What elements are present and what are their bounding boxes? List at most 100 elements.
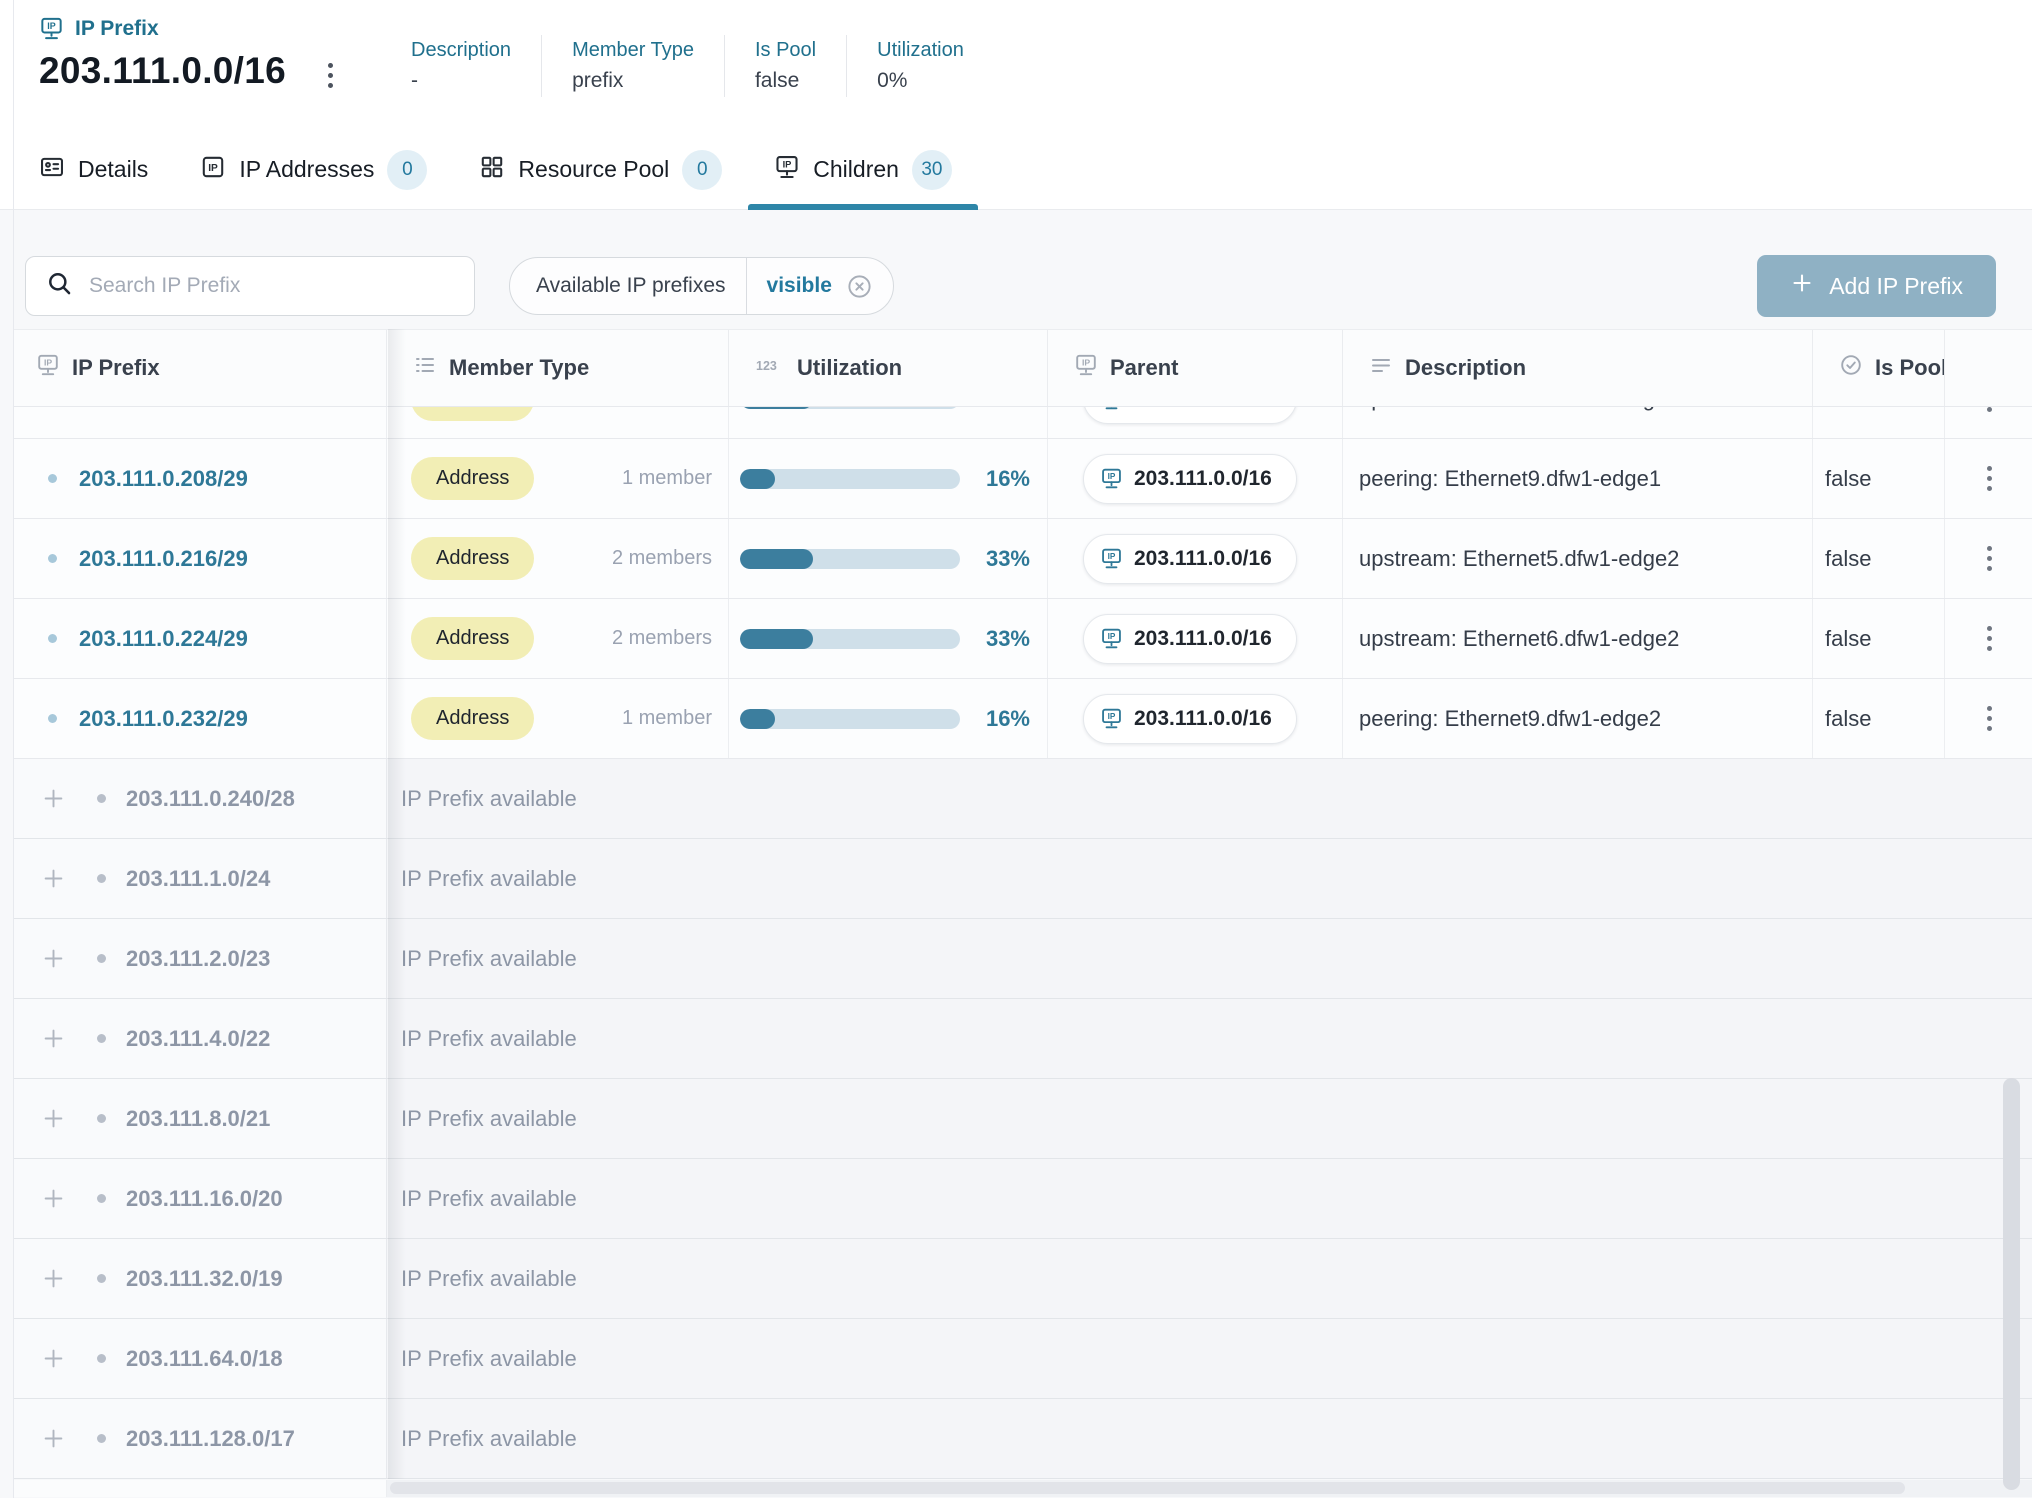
column-header-utilization[interactable]: 123 Utilization (729, 330, 1048, 406)
parent-chip[interactable]: IP 203.111.0.0/16 (1083, 614, 1297, 664)
parent-cell: IP 203.111.0.0/16 (1048, 439, 1343, 518)
description-cell: upstream: Ethernet5.dfw1-edge2 (1343, 519, 1813, 598)
ip-prefix-cell: 203.111.0.216/29 (14, 519, 387, 598)
member-type-badge: Address (411, 617, 534, 660)
prefix-bullet-icon (97, 1354, 106, 1363)
parent-chip[interactable]: IP 203.111.0.0/16 (1083, 407, 1297, 424)
row-actions-button[interactable] (1981, 540, 1998, 577)
parent-cell: IP 203.111.0.0/16 (1048, 599, 1343, 678)
add-child-prefix-button[interactable] (40, 1105, 67, 1132)
svg-text:IP: IP (783, 159, 792, 169)
is-pool-value: false (1825, 626, 1871, 652)
availability-note: IP Prefix available (401, 1106, 577, 1132)
member-count: 1 member (622, 467, 712, 490)
prefix-link[interactable]: 203.111.0.200/29 (79, 407, 248, 412)
search-input[interactable] (87, 273, 458, 299)
property-label: Member Type (572, 35, 694, 65)
resource-pool-grid-icon (479, 154, 505, 186)
column-header-is-pool[interactable]: Is Pool (1813, 330, 1945, 406)
vertical-scrollbar[interactable] (2003, 1078, 2020, 1490)
tab-details[interactable]: Details (13, 130, 174, 209)
utilization-bar (740, 629, 960, 649)
tabs-bar: Details IP IP Addresses 0 Resource Pool … (0, 130, 2032, 210)
description-cell: upstream: Ethernet6.dfw1-edge1 (1343, 407, 1813, 439)
add-child-prefix-button[interactable] (40, 1185, 67, 1212)
prefix-bullet-icon (48, 474, 57, 483)
table-header-row: IP IP Prefix Member Type 123 Utilization… (14, 329, 2032, 407)
filter-chip-available-prefixes[interactable]: Available IP prefixes visible (509, 257, 894, 315)
parent-cell: IP 203.111.0.0/16 (1048, 679, 1343, 758)
utilization-bar-fill (740, 469, 775, 489)
prefix-link[interactable]: 203.111.0.208/29 (79, 466, 248, 492)
available-prefix-row: 203.111.2.0/23 IP Prefix available (14, 919, 2032, 999)
tab-resource-pool[interactable]: Resource Pool 0 (453, 130, 748, 209)
horizontal-scrollbar[interactable] (390, 1482, 1905, 1494)
row-actions-button[interactable] (1981, 620, 1998, 657)
column-header-description[interactable]: Description (1343, 330, 1813, 406)
available-prefix-row: 203.111.8.0/21 IP Prefix available (14, 1079, 2032, 1159)
prefix-bullet-icon (97, 1274, 106, 1283)
title-actions-button[interactable] (324, 59, 337, 92)
filter-remove-button[interactable] (846, 273, 873, 300)
prefix-bullet-icon (48, 634, 57, 643)
ip-prefix-cell: 203.111.64.0/18 (14, 1319, 387, 1398)
add-child-prefix-button[interactable] (40, 865, 67, 892)
prefix-bullet-icon (97, 874, 106, 883)
add-ip-prefix-button[interactable]: Add IP Prefix (1757, 255, 1996, 317)
utilization-cell: 33% (729, 407, 1048, 439)
is-pool-value: false (1825, 546, 1871, 572)
column-header-parent[interactable]: IP Parent (1048, 330, 1343, 406)
utilization-cell: 33% (729, 519, 1048, 598)
ip-prefix-cell: 203.111.0.200/29 (14, 407, 387, 439)
tab-ip-addresses[interactable]: IP IP Addresses 0 (174, 130, 453, 209)
ip-prefix-icon: IP (36, 353, 60, 383)
add-child-prefix-button[interactable] (40, 1345, 67, 1372)
ip-prefix-cell: 203.111.16.0/20 (14, 1159, 387, 1238)
ip-prefix-cell: 203.111.0.224/29 (14, 599, 387, 678)
prefix-link[interactable]: 203.111.0.232/29 (79, 706, 248, 732)
parent-chip[interactable]: IP 203.111.0.0/16 (1083, 534, 1297, 584)
list-icon (413, 353, 437, 383)
page-left-border (13, 0, 14, 1498)
add-child-prefix-button[interactable] (40, 945, 67, 972)
member-type-badge: Address (411, 457, 534, 500)
availability-note-cell: IP Prefix available (387, 999, 2032, 1078)
utilization-value: 16% (986, 706, 1030, 732)
availability-note-cell: IP Prefix available (387, 759, 2032, 838)
prefix-link[interactable]: 203.111.0.216/29 (79, 546, 248, 572)
utilization-cell: 16% (729, 439, 1048, 518)
row-actions-button[interactable] (1981, 700, 1998, 737)
prefix-bullet-icon (48, 714, 57, 723)
breadcrumb[interactable]: IP IP Prefix (39, 16, 159, 41)
tab-children[interactable]: IP Children 30 (748, 130, 978, 209)
summary-properties: Description - Member Type prefix Is Pool… (381, 35, 994, 97)
prefix-link[interactable]: 203.111.0.224/29 (79, 626, 248, 652)
available-prefix-label: 203.111.128.0/17 (126, 1426, 295, 1452)
availability-note: IP Prefix available (401, 1026, 577, 1052)
add-child-prefix-button[interactable] (40, 785, 67, 812)
available-prefix-label: 203.111.32.0/19 (126, 1266, 283, 1292)
available-prefix-label: 203.111.2.0/23 (126, 946, 270, 972)
availability-note-cell: IP Prefix available (387, 1399, 2032, 1478)
utilization-cell: 33% (729, 599, 1048, 678)
utilization-bar (740, 549, 960, 569)
row-actions-button[interactable] (1981, 407, 1998, 418)
parent-prefix-label: 203.111.0.0/16 (1134, 547, 1272, 571)
parent-chip[interactable]: IP 203.111.0.0/16 (1083, 694, 1297, 744)
add-button-label: Add IP Prefix (1829, 273, 1963, 300)
add-child-prefix-button[interactable] (40, 1025, 67, 1052)
parent-prefix-label: 203.111.0.0/16 (1134, 707, 1272, 731)
tab-label: Resource Pool (518, 156, 669, 183)
add-child-prefix-button[interactable] (40, 1425, 67, 1452)
parent-chip[interactable]: IP 203.111.0.0/16 (1083, 454, 1297, 504)
add-child-prefix-button[interactable] (40, 1265, 67, 1292)
member-type-badge: Address (411, 407, 534, 421)
column-header-ip-prefix[interactable]: IP IP Prefix (14, 330, 387, 406)
prefix-bullet-icon (97, 1114, 106, 1123)
row-actions-button[interactable] (1981, 460, 1998, 497)
utilization-bar-fill (740, 407, 813, 409)
member-type-cell: Address 1 member (387, 679, 729, 758)
prefix-bullet-icon (97, 1034, 106, 1043)
column-header-member-type[interactable]: Member Type (387, 330, 729, 406)
ip-prefix-page: IP IP Prefix 203.111.0.0/16 Description … (0, 0, 2032, 1498)
